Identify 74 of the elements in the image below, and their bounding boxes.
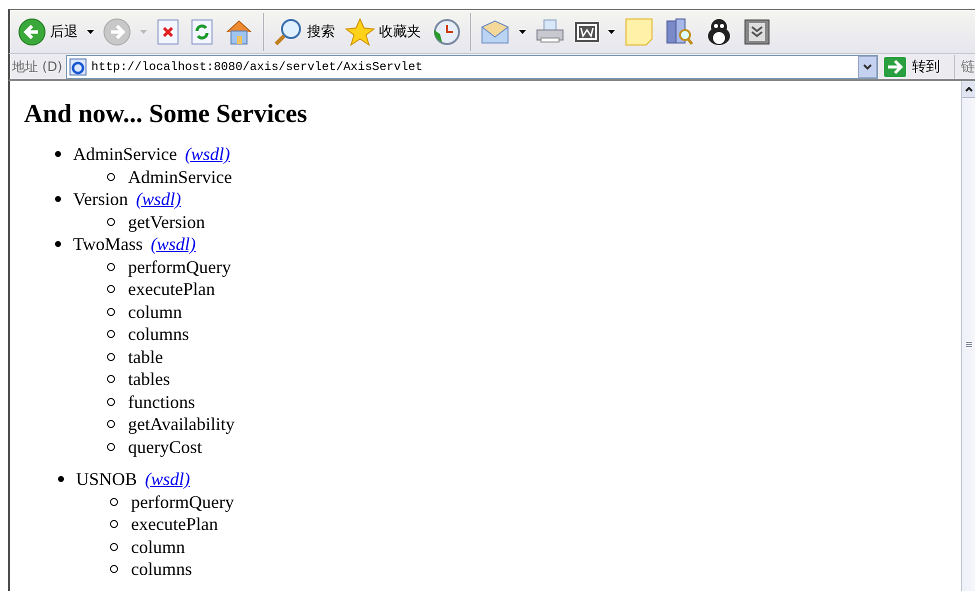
- books-icon: [664, 16, 694, 46]
- method-name: tables: [128, 368, 170, 390]
- wsdl-link[interactable]: (wsdl): [184, 143, 230, 166]
- dropdown-caret-icon[interactable]: [608, 30, 615, 34]
- address-field[interactable]: http://localhost:8080/axis/servlet/AxisServlet: [66, 54, 878, 78]
- chevron-box-icon: [744, 18, 770, 44]
- arrow-right-icon: [884, 56, 906, 76]
- bullet-icon: [55, 196, 61, 202]
- envelope-icon: [480, 18, 510, 44]
- dropdown-caret-icon[interactable]: [519, 30, 526, 34]
- home-icon: [224, 18, 254, 46]
- page-icon: [69, 58, 88, 76]
- circle-bullet-icon: [107, 308, 115, 316]
- circle-bullet-icon: [110, 520, 118, 528]
- method-name: table: [128, 346, 163, 368]
- circle-bullet-icon: [107, 218, 115, 226]
- method-name: columns: [131, 558, 192, 580]
- url-text: http://localhost:8080/axis/servlet/AxisServlet: [91, 60, 424, 74]
- method-name: executePlan: [128, 278, 215, 300]
- bullet-icon: [58, 476, 64, 482]
- method-name: column: [128, 300, 182, 323]
- clock-icon: [431, 18, 461, 46]
- method-name: columns: [128, 323, 189, 346]
- vertical-scrollbar[interactable]: [961, 81, 975, 591]
- printer-icon: [535, 18, 565, 46]
- circle-bullet-icon: [107, 442, 115, 451]
- method-name: performQuery: [131, 490, 234, 513]
- search-icon: [273, 16, 303, 46]
- chevron-up-icon: [964, 86, 972, 92]
- address-label: 地址 (D): [11, 58, 64, 76]
- method-name: AdminService: [128, 166, 232, 188]
- service-name: USNOB: [76, 468, 138, 490]
- bullet-icon: [55, 151, 61, 158]
- method-name: getAvailability: [128, 413, 235, 436]
- method-name: getVersion: [128, 210, 205, 233]
- method-name: executePlan: [131, 513, 218, 536]
- circle-bullet-icon: [107, 262, 115, 271]
- page-heading: And now... Some Services: [24, 99, 308, 129]
- service-name: AdminService: [73, 143, 177, 166]
- method-name: functions: [128, 390, 195, 413]
- circle-bullet-icon: [110, 542, 118, 551]
- circle-bullet-icon: [110, 498, 118, 506]
- history-dropdown[interactable]: [858, 56, 877, 78]
- circle-bullet-icon: [107, 352, 115, 361]
- circle-bullet-icon: [107, 420, 115, 428]
- method-name: queryCost: [128, 436, 202, 458]
- links-label[interactable]: 链: [955, 58, 975, 76]
- circle-bullet-icon: [107, 285, 115, 294]
- go-button[interactable]: 转到: [878, 54, 955, 78]
- star-icon: [345, 16, 375, 46]
- favorites-button[interactable]: 收藏夹: [341, 14, 425, 50]
- refresh-icon: [190, 18, 214, 44]
- circle-bullet-icon: [107, 375, 115, 384]
- wsdl-link[interactable]: (wsdl): [136, 188, 181, 210]
- service-name: TwoMass: [73, 233, 143, 256]
- word-icon: [575, 22, 599, 42]
- method-name: column: [131, 536, 185, 558]
- wsdl-link[interactable]: (wsdl): [150, 233, 196, 256]
- service-name: Version: [73, 188, 128, 210]
- scroll-up-button[interactable]: [962, 81, 975, 98]
- method-name: performQuery: [128, 256, 231, 278]
- circle-bullet-icon: [107, 398, 115, 406]
- chevron-down-icon: [863, 64, 872, 70]
- circle-bullet-icon: [107, 172, 115, 181]
- bullet-icon: [55, 241, 61, 248]
- dropdown-caret-icon[interactable]: [87, 30, 94, 34]
- note-icon: [624, 16, 654, 46]
- search-button[interactable]: 搜索: [269, 14, 339, 50]
- grip-icon[interactable]: [966, 342, 972, 347]
- stop-icon: [156, 18, 180, 44]
- circle-bullet-icon: [110, 565, 118, 574]
- circle-bullet-icon: [107, 330, 115, 338]
- back-button[interactable]: 后退: [14, 14, 82, 50]
- wsdl-link[interactable]: (wsdl): [145, 468, 190, 490]
